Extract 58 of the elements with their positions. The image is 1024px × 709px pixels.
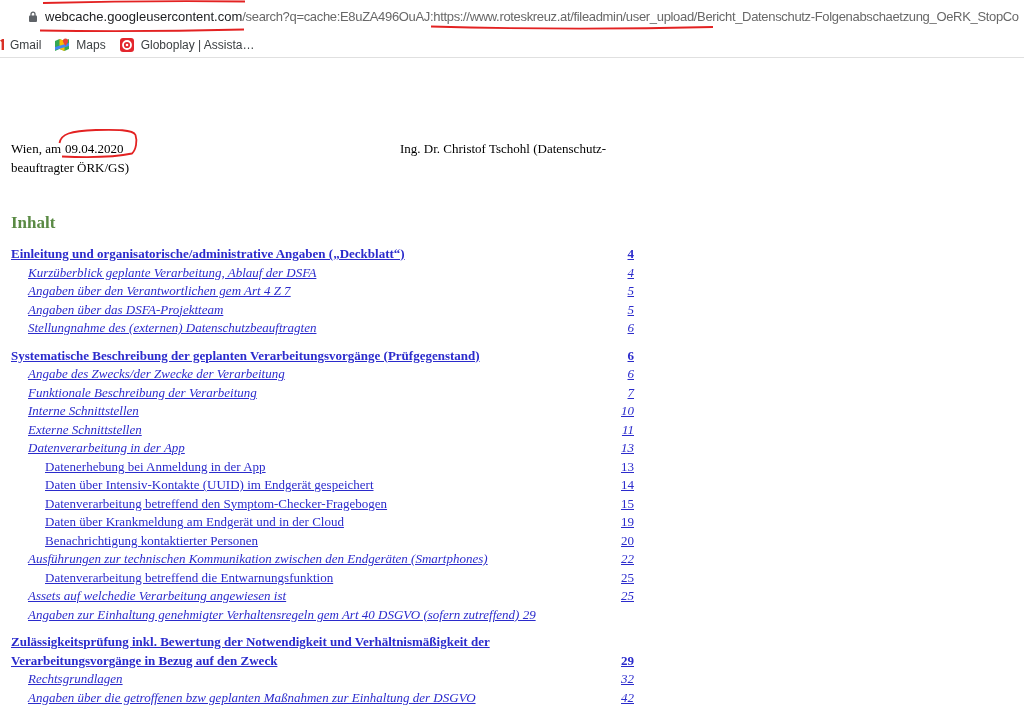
toc-entry-link[interactable]: Datenverarbeitung betreffend die Entwarnungsfunktion: [45, 568, 334, 587]
toc-entry-link[interactable]: Stellungnahme des (externen) Datenschutzbeauftragten: [28, 319, 317, 338]
toc-entry-link[interactable]: Benachrichtigung kontaktierter Personen: [45, 531, 258, 550]
toc-entry-link[interactable]: Kurzüberblick geplante Verarbeitung, Ablauf der DSFA: [28, 263, 317, 282]
page-number-link[interactable]: 29: [621, 651, 634, 670]
page-number-link[interactable]: 11: [621, 420, 634, 439]
map-icon: [55, 37, 70, 52]
url-text[interactable]: webcache.googleusercontent.com/search?q=cache:E8uZA496OuAJ:https://www.roteskreuz.at/fileadmin/user_upload/Bericht_Datenschutz-Folgenabschaetzung_OeRK_StopCo: [45, 8, 1019, 24]
toc-entry-link[interactable]: Angabe des Zwecks/der Zwecke der Verarbeitung: [28, 365, 285, 384]
toc-entry-link[interactable]: Externe Schnittstellen: [28, 420, 142, 439]
toc-entry-link[interactable]: Zulässigkeitsprüfung inkl. Bewertung der Notwendigkeit und Verhältnismäßigkeit der Verarbeitungsvorgänge in Bezug auf den Zweck: [11, 633, 609, 670]
author-line: beauftragter ÖRK/GS): [11, 160, 130, 175]
page-number-link[interactable]: 25: [621, 587, 634, 606]
bookmark-button[interactable]: Maps: [47, 33, 112, 56]
page-number-link[interactable]: 19: [621, 513, 634, 532]
toc-entry-link[interactable]: Angaben über das DSFA-Projektteam: [28, 300, 224, 319]
toc-entry-link[interactable]: Angaben zur Einhaltung genehmigter Verhaltensregeln gem Art 40 DSGVO (sofern zutreffend) 29: [28, 605, 536, 624]
page-number-link[interactable]: 4: [627, 263, 634, 282]
place-text: Wien, am: [11, 140, 61, 158]
page-number-link[interactable]: 5: [627, 282, 634, 301]
page-number-link[interactable]: 25: [621, 568, 634, 587]
lock-icon[interactable]: [29, 10, 37, 22]
toc-entry-link[interactable]: Assets auf welchedie Verarbeitung angewiesen ist: [28, 587, 287, 606]
mail-icon: [0, 39, 4, 50]
page-number-link[interactable]: 7: [627, 383, 634, 402]
page-number-link[interactable]: 42: [621, 688, 634, 707]
toc-entry-link[interactable]: Einleitung und organisatorische/administrative Angaben („Deckblatt“): [11, 245, 405, 264]
toc-entry-link[interactable]: Datenverarbeitung in der App: [28, 439, 185, 458]
play-logo-icon: [119, 37, 134, 52]
page-number-link[interactable]: 6: [627, 319, 634, 338]
toc-entry-link[interactable]: Daten über Intensiv-Kontakte (UUID) im Endgerät gespeichert: [45, 476, 374, 495]
page-number-link[interactable]: 13: [621, 457, 634, 476]
bookmark-button[interactable]: Gmail: [0, 33, 48, 56]
page-number-link[interactable]: 20: [621, 531, 634, 550]
page-number-link[interactable]: 5: [627, 300, 634, 319]
toc-entry-link[interactable]: Systematische Beschreibung der geplanten Verarbeitungsvorgänge (Prüfgegenstand): [11, 346, 480, 365]
toc-entry-link[interactable]: Ausführungen zur technischen Kommunikation zwischen den Endgeräten (Smartphones): [28, 550, 488, 569]
toc-entry-link[interactable]: Interne Schnittstellen: [28, 402, 139, 421]
page-number-link[interactable]: 32: [621, 670, 634, 689]
toc-heading: Inhalt: [11, 213, 56, 232]
date-text: 09.04.2020: [65, 140, 124, 158]
page-number-link[interactable]: 22: [621, 550, 634, 569]
toc-entry-link[interactable]: Funktionale Beschreibung der Verarbeitung: [28, 383, 257, 402]
page-number-link[interactable]: 4: [627, 245, 634, 264]
page-number-link[interactable]: 13: [621, 439, 634, 458]
author-line: Ing. Dr. Christof Tschohl (Datenschutz-: [400, 140, 607, 158]
page-number-link[interactable]: 6: [627, 346, 634, 365]
page-number-link[interactable]: 14: [621, 476, 634, 495]
toc-entry-link[interactable]: Angaben über den Verantwortlichen gem Art 4 Z 7: [28, 282, 291, 301]
page-number-link[interactable]: 15: [621, 494, 634, 513]
toc-entry-link[interactable]: Rechtsgrundlagen: [28, 670, 123, 689]
toc-entry-link[interactable]: Angaben über die getroffenen bzw geplanten Maßnahmen zur Einhaltung der DSGVO: [28, 688, 476, 707]
toc-entry-link[interactable]: Datenerhebung bei Anmeldung in der App: [45, 457, 266, 476]
toc-entry-link[interactable]: Datenverarbeitung betreffend den Symptom-Checker-Fragebogen: [45, 494, 388, 513]
page-number-link[interactable]: 10: [621, 402, 634, 421]
page-number-link[interactable]: 6: [627, 365, 634, 384]
bookmark-button[interactable]: Globoplay | Assista…: [111, 33, 261, 56]
toc-entry-link[interactable]: Daten über Krankmeldung am Endgerät und in der Cloud: [45, 513, 344, 532]
